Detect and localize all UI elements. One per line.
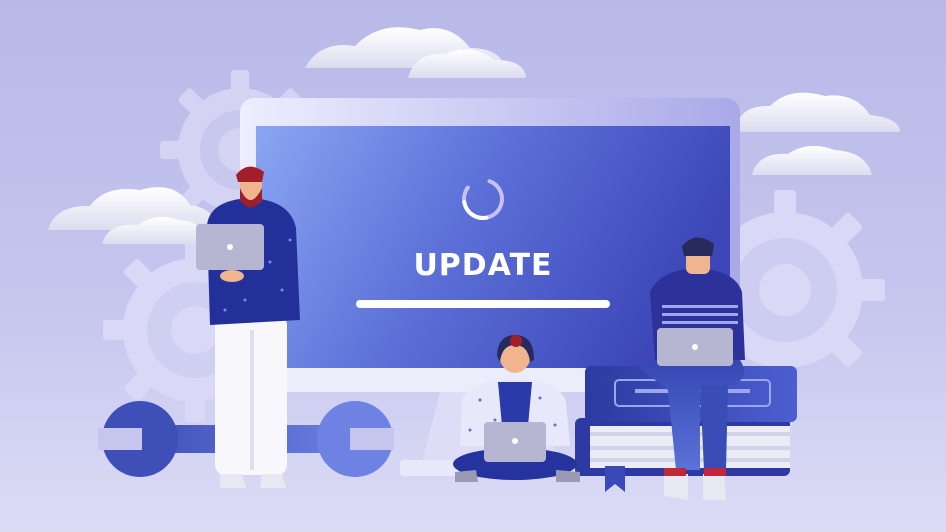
cloud-icon [305,27,526,78]
cloud-icon [735,92,900,175]
progress-fill [356,300,610,308]
bookmark-icon [605,466,625,492]
update-title: UPDATE [413,248,553,283]
update-illustration: UPDATE [0,0,946,532]
update-progress-bar [356,300,610,308]
